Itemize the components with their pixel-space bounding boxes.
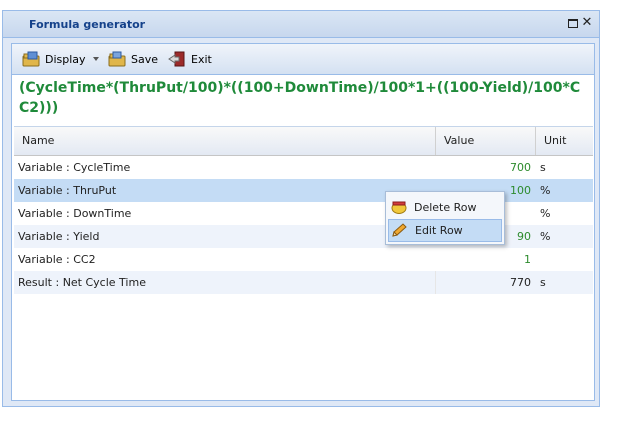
row-value: 770	[510, 276, 531, 289]
pencil-icon	[392, 223, 407, 237]
table-row-selected[interactable]: Variable : ThruPut 100 %	[14, 179, 593, 202]
row-unit: s	[540, 276, 546, 289]
display-label: Display	[45, 52, 86, 66]
table-row[interactable]: Result : Net Cycle Time 770 s	[14, 271, 593, 294]
edit-row-label: Edit Row	[415, 224, 463, 237]
save-icon	[108, 51, 126, 67]
row-context-menu: Delete Row Edit Row	[385, 191, 505, 245]
row-unit: s	[540, 161, 546, 174]
column-divider	[435, 271, 436, 294]
row-value: 700	[510, 161, 531, 174]
exit-icon	[168, 51, 185, 67]
exit-label: Exit	[191, 52, 212, 66]
column-header-unit[interactable]: Unit	[535, 127, 593, 155]
table-row[interactable]: Variable : DownTime %	[14, 202, 593, 225]
grid-header: Name Value Unit	[14, 127, 593, 156]
chevron-down-icon[interactable]	[92, 57, 99, 61]
table-row[interactable]: Variable : Yield 90 %	[14, 225, 593, 248]
formula-generator-window: Formula generator ✕ Display Save Exit (C…	[2, 10, 600, 407]
save-label: Save	[131, 52, 159, 66]
row-name: Variable : CycleTime	[18, 161, 131, 174]
delete-row-menu-item[interactable]: Delete Row	[388, 196, 502, 219]
row-name: Result : Net Cycle Time	[18, 276, 146, 289]
row-name: Variable : CC2	[18, 253, 96, 266]
window-titlebar[interactable]: Formula generator ✕	[3, 11, 599, 38]
display-icon	[22, 51, 40, 67]
row-unit: %	[540, 207, 551, 220]
row-value: 1	[524, 253, 531, 266]
row-name: Variable : ThruPut	[18, 184, 117, 197]
delete-row-icon	[391, 201, 407, 214]
formula-text: (CycleTime*(ThruPut/100)*((100+DownTime)…	[19, 80, 581, 116]
save-button[interactable]: Save	[108, 51, 158, 67]
column-header-name[interactable]: Name	[14, 127, 435, 155]
table-row[interactable]: Variable : CC2 1	[14, 248, 593, 271]
window-title: Formula generator	[29, 18, 146, 31]
display-button[interactable]: Display	[22, 51, 99, 67]
delete-row-label: Delete Row	[414, 201, 477, 214]
toolbar: Display Save Exit	[12, 44, 594, 75]
exit-button[interactable]: Exit	[168, 51, 212, 67]
variables-grid: Name Value Unit Variable : CycleTime 700…	[14, 126, 593, 397]
column-header-value[interactable]: Value	[435, 127, 535, 155]
close-icon[interactable]: ✕	[581, 16, 593, 29]
panel-body: Display Save Exit (CycleTime*(ThruPut/10…	[11, 43, 595, 401]
maximize-icon[interactable]	[567, 17, 579, 29]
row-unit: %	[540, 184, 551, 197]
table-row[interactable]: Variable : CycleTime 700 s	[14, 156, 593, 179]
row-unit: %	[540, 230, 551, 243]
edit-row-menu-item[interactable]: Edit Row	[388, 219, 502, 242]
row-name: Variable : Yield	[18, 230, 100, 243]
row-name: Variable : DownTime	[18, 207, 132, 220]
